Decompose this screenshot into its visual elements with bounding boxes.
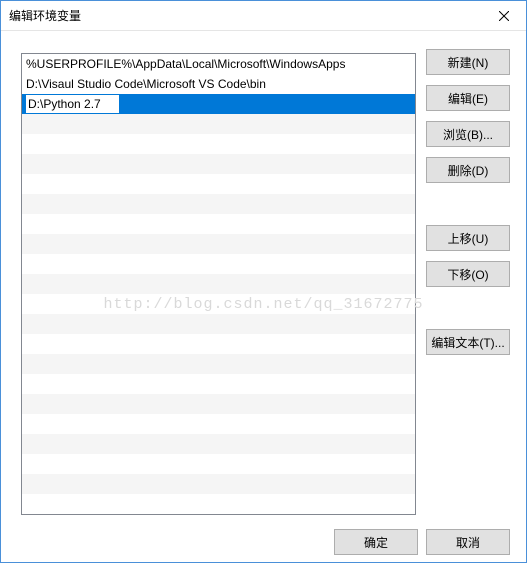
list-item[interactable]	[22, 374, 415, 394]
list-item[interactable]	[22, 354, 415, 374]
main-row: %USERPROFILE%\AppData\Local\Microsoft\Wi…	[21, 49, 510, 515]
side-buttons: 新建(N) 编辑(E) 浏览(B)... 删除(D) 上移(U) 下移(O) 编…	[426, 49, 510, 515]
list-item[interactable]	[22, 474, 415, 494]
list-item[interactable]	[22, 194, 415, 214]
titlebar: 编辑环境变量	[1, 1, 526, 31]
list-item[interactable]	[22, 454, 415, 474]
dialog-window: 编辑环境变量 %USERPROFILE%\AppData\Local\Micro…	[0, 0, 527, 563]
list-item[interactable]	[22, 414, 415, 434]
list-item[interactable]	[22, 154, 415, 174]
list-item[interactable]	[22, 274, 415, 294]
list-item[interactable]	[22, 214, 415, 234]
delete-button[interactable]: 删除(D)	[426, 157, 510, 183]
list-item[interactable]	[22, 434, 415, 454]
dialog-content: %USERPROFILE%\AppData\Local\Microsoft\Wi…	[1, 31, 526, 569]
path-listbox[interactable]: %USERPROFILE%\AppData\Local\Microsoft\Wi…	[21, 53, 416, 515]
edit-button[interactable]: 编辑(E)	[426, 85, 510, 111]
new-button[interactable]: 新建(N)	[426, 49, 510, 75]
list-item[interactable]	[22, 314, 415, 334]
edit-text-button[interactable]: 编辑文本(T)...	[426, 329, 510, 355]
dialog-title: 编辑环境变量	[9, 7, 81, 24]
close-icon	[499, 11, 509, 21]
list-item-editing[interactable]	[22, 94, 415, 114]
ok-button[interactable]: 确定	[334, 529, 418, 555]
move-up-button[interactable]: 上移(U)	[426, 225, 510, 251]
close-button[interactable]	[481, 1, 526, 30]
browse-button[interactable]: 浏览(B)...	[426, 121, 510, 147]
list-item[interactable]	[22, 254, 415, 274]
list-item[interactable]	[22, 334, 415, 354]
move-down-button[interactable]: 下移(O)	[426, 261, 510, 287]
path-edit-input[interactable]	[26, 95, 119, 113]
list-item[interactable]	[22, 174, 415, 194]
list-item[interactable]	[22, 114, 415, 134]
dialog-footer: 确定 取消	[21, 515, 510, 555]
list-item[interactable]	[22, 494, 415, 514]
list-item[interactable]: %USERPROFILE%\AppData\Local\Microsoft\Wi…	[22, 54, 415, 74]
list-item[interactable]	[22, 294, 415, 314]
list-item[interactable]: D:\Visaul Studio Code\Microsoft VS Code\…	[22, 74, 415, 94]
list-item[interactable]	[22, 134, 415, 154]
cancel-button[interactable]: 取消	[426, 529, 510, 555]
list-item[interactable]	[22, 234, 415, 254]
list-item[interactable]	[22, 394, 415, 414]
